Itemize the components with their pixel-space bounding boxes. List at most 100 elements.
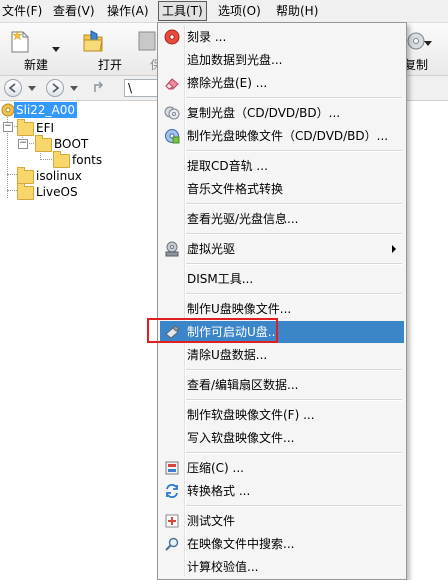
disc-image-icon — [1, 103, 15, 117]
menu-item-rip-cd-label: 提取CD音轨 ... — [187, 159, 268, 173]
new-dropdown-arrow-icon[interactable] — [52, 47, 60, 52]
tree-node-root-label: Sli22_A00 — [14, 102, 78, 118]
compress-icon — [165, 461, 179, 475]
tree-node-liveos[interactable]: LiveOS — [16, 183, 96, 200]
tree-node-boot[interactable]: BOOT — [34, 135, 104, 152]
tree-collapse-efi[interactable]: − — [3, 122, 13, 132]
tree-node-efi[interactable]: EFI — [16, 119, 76, 136]
forward-arrow-icon — [52, 83, 60, 93]
menu-item-drive-info[interactable]: 查看光驱/光盘信息... — [160, 208, 404, 230]
menu-item-burn-label: 刻录 ... — [187, 30, 227, 44]
menu-tools[interactable]: 工具(T) — [158, 1, 207, 21]
menu-separator — [186, 399, 402, 401]
back-arrow-icon — [8, 83, 16, 93]
menu-action[interactable]: 操作(A) — [107, 3, 149, 19]
menu-separator — [186, 203, 402, 205]
copy-button[interactable]: 复制 — [402, 23, 446, 75]
menu-item-make-usb-image[interactable]: 制作U盘映像文件... — [160, 298, 404, 320]
menu-item-compress-label: 压缩(C) ... — [187, 461, 245, 475]
menu-item-write-floppy-image[interactable]: 写入软盘映像文件... — [160, 427, 404, 449]
menu-separator — [186, 452, 402, 454]
menu-separator — [186, 233, 402, 235]
tree-node-liveos-label: LiveOS — [36, 185, 78, 199]
menu-options[interactable]: 选项(O) — [218, 3, 261, 19]
new-button[interactable]: 新建 — [2, 23, 48, 75]
menu-item-convert-format[interactable]: 转换格式 ... — [160, 480, 404, 502]
menu-item-copy-disc-label: 复制光盘（CD/DVD/BD）... — [187, 106, 341, 120]
folder-icon — [17, 167, 34, 184]
menu-separator — [186, 505, 402, 507]
menu-item-wipe-usb[interactable]: 清除U盘数据... — [160, 344, 404, 366]
open-button[interactable]: 打开 — [74, 23, 122, 75]
virtual-drive-icon — [165, 241, 179, 257]
copy-button-label: 复制 — [404, 58, 429, 72]
menu-item-wipe-usb-label: 清除U盘数据... — [187, 348, 268, 362]
tools-menu: 刻录 ... 追加数据到光盘... 擦除光盘(E) ... 复制光盘（CD/DV… — [157, 22, 407, 580]
folder-icon — [17, 119, 34, 136]
copy-disc-icon — [407, 32, 425, 50]
folder-icon — [17, 183, 34, 200]
back-history-arrow-icon[interactable] — [28, 86, 36, 91]
menu-item-make-image[interactable]: 制作光盘映像文件（CD/DVD/BD）... — [160, 125, 404, 147]
search-icon — [165, 537, 179, 551]
menu-item-dism-label: DISM工具... — [187, 272, 254, 286]
menu-item-test-file[interactable]: 测试文件 — [160, 510, 404, 532]
menu-file[interactable]: 文件(F) — [2, 3, 42, 19]
menu-item-test-file-label: 测试文件 — [187, 514, 236, 528]
test-plus-icon — [165, 514, 179, 528]
back-button[interactable] — [4, 79, 22, 97]
tree-node-fonts[interactable]: fonts — [52, 151, 122, 168]
save-icon — [138, 31, 156, 51]
folder-icon — [53, 151, 70, 168]
open-button-label: 打开 — [97, 58, 122, 72]
up-level-icon[interactable] — [92, 80, 106, 94]
tree-collapse-boot[interactable]: − — [18, 139, 28, 149]
tree-node-isolinux[interactable]: isolinux — [16, 167, 96, 184]
menu-item-make-floppy-image-label: 制作软盘映像文件(F) ... — [187, 408, 315, 422]
tree-node-boot-label: BOOT — [54, 137, 89, 151]
menu-item-erase[interactable]: 擦除光盘(E) ... — [160, 72, 404, 94]
menu-item-search-in-image-label: 在映像文件中搜索... — [187, 537, 295, 551]
copy-dropdown-arrow-icon[interactable] — [424, 41, 432, 46]
save-button[interactable]: 保 — [136, 23, 162, 75]
menu-separator — [186, 369, 402, 371]
menu-item-virtual-drive[interactable]: 虚拟光驱 — [160, 238, 404, 260]
menu-item-copy-disc[interactable]: 复制光盘（CD/DVD/BD）... — [160, 102, 404, 124]
menu-item-make-image-label: 制作光盘映像文件（CD/DVD/BD）... — [187, 129, 389, 143]
menu-item-sector-edit-label: 查看/编辑扇区数据... — [187, 378, 299, 392]
menu-item-append[interactable]: 追加数据到光盘... — [160, 49, 404, 71]
tree-node-root[interactable]: Sli22_A00 — [0, 102, 80, 118]
forward-history-arrow-icon[interactable] — [70, 86, 78, 91]
new-button-label: 新建 — [23, 58, 48, 72]
menu-bar: 文件(F) 查看(V) 操作(A) 工具(T) 选项(O) 帮助(H) — [0, 0, 448, 23]
convert-arrows-icon — [166, 484, 178, 498]
menu-item-write-floppy-image-label: 写入软盘映像文件... — [187, 431, 295, 445]
menu-item-compress[interactable]: 压缩(C) ... — [160, 457, 404, 479]
tree-node-isolinux-label: isolinux — [36, 169, 82, 183]
menu-item-burn[interactable]: 刻录 ... — [160, 26, 404, 48]
open-folder-icon — [83, 30, 103, 52]
menu-separator — [186, 263, 402, 265]
menu-item-search-in-image[interactable]: 在映像文件中搜索... — [160, 533, 404, 555]
menu-item-make-floppy-image[interactable]: 制作软盘映像文件(F) ... — [160, 404, 404, 426]
menu-separator — [186, 293, 402, 295]
menu-item-convert-format-label: 转换格式 ... — [187, 484, 251, 498]
folder-tree: Sli22_A00 − EFI − BOOT fonts isolinux Li… — [0, 102, 160, 579]
forward-button[interactable] — [46, 79, 64, 97]
menu-item-audio-convert[interactable]: 音乐文件格式转换 — [160, 178, 404, 200]
menu-separator — [186, 97, 402, 99]
menu-separator — [186, 150, 402, 152]
menu-item-rip-cd[interactable]: 提取CD音轨 ... — [160, 155, 404, 177]
menu-help[interactable]: 帮助(H) — [276, 3, 318, 19]
menu-item-sector-edit[interactable]: 查看/编辑扇区数据... — [160, 374, 404, 396]
folder-icon — [35, 135, 52, 152]
eraser-icon — [165, 78, 179, 90]
make-image-icon — [165, 129, 180, 144]
menu-view[interactable]: 查看(V) — [53, 3, 95, 19]
menu-item-checksum-label: 计算校验值... — [187, 560, 259, 574]
menu-item-checksum[interactable]: 计算校验值... — [160, 556, 404, 578]
tree-node-fonts-label: fonts — [72, 153, 103, 167]
menu-item-audio-convert-label: 音乐文件格式转换 — [187, 182, 284, 196]
menu-item-dism[interactable]: DISM工具... — [160, 268, 404, 290]
menu-item-drive-info-label: 查看光驱/光盘信息... — [187, 212, 299, 226]
